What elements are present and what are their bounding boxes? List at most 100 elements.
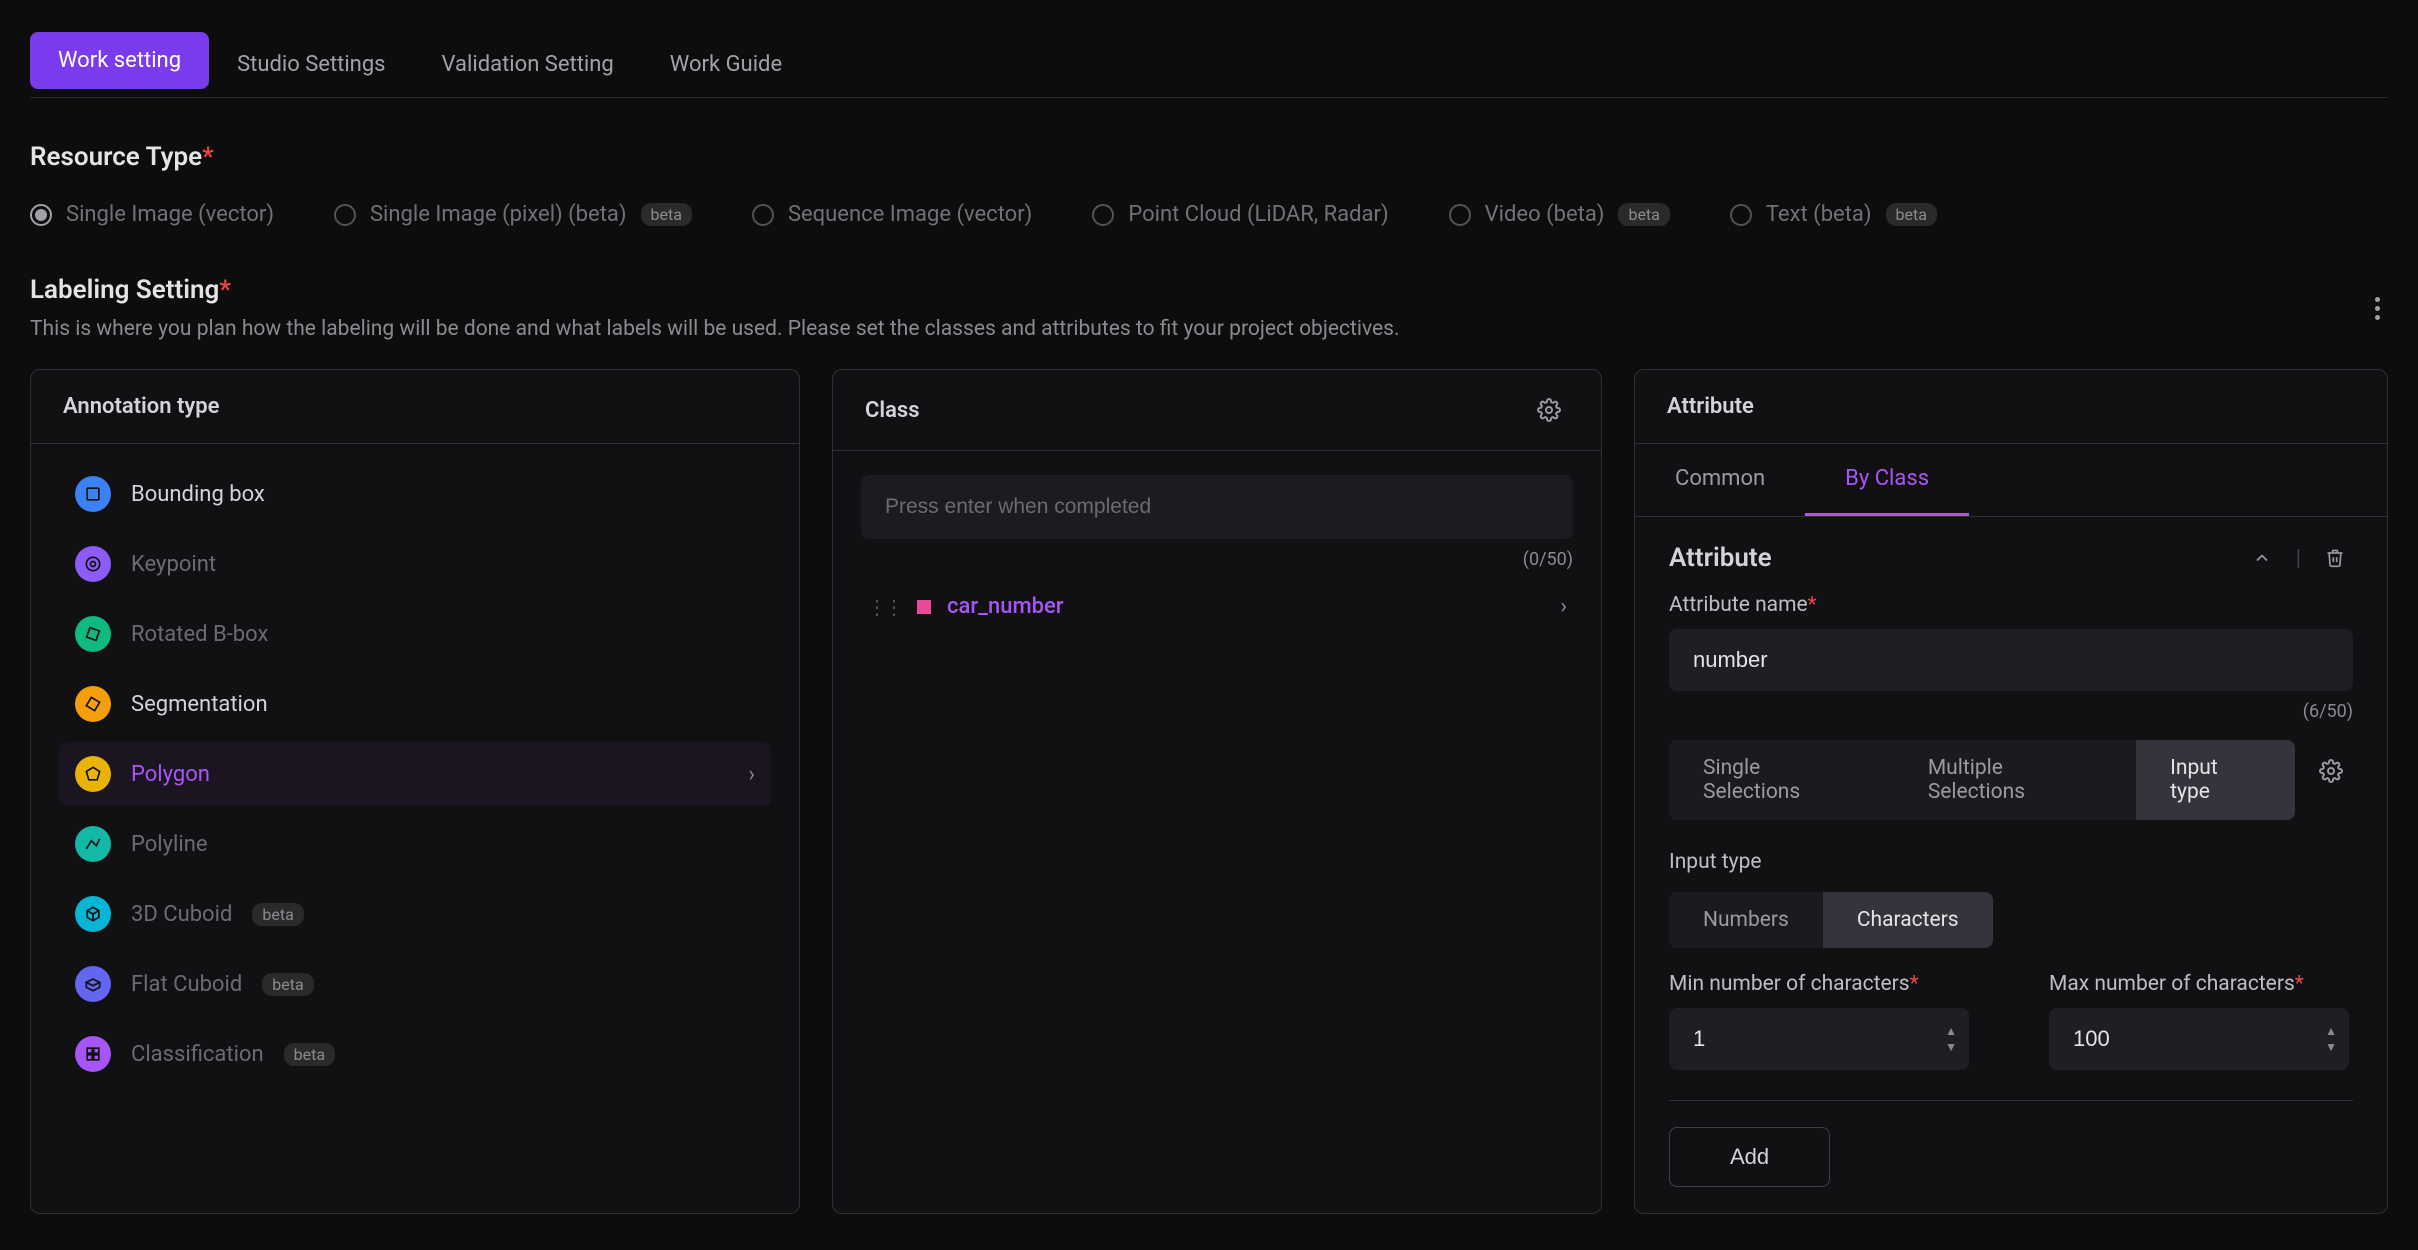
radio-point-cloud[interactable]: Point Cloud (LiDAR, Radar) [1092, 202, 1388, 227]
input-type-numbers[interactable]: Numbers [1669, 892, 1823, 948]
annotation-item-label: 3D Cuboid [131, 902, 232, 927]
labeling-setting-title-text: Labeling Setting [30, 275, 219, 305]
classification-icon [75, 1036, 111, 1072]
annotation-item-cuboid-3d[interactable]: 3D Cuboid beta [59, 882, 771, 946]
resource-type-title: Resource Type* [30, 142, 2388, 172]
radio-label: Point Cloud (LiDAR, Radar) [1128, 202, 1388, 227]
delete-attribute-button[interactable] [2317, 544, 2353, 572]
add-attribute-button[interactable]: Add [1669, 1127, 1830, 1187]
rotated-bbox-icon [75, 616, 111, 652]
chevron-down-icon: ▼ [2325, 1040, 2337, 1054]
annotation-item-rotated-bbox[interactable]: Rotated B-box [59, 602, 771, 666]
selection-type-input[interactable]: Input type [2136, 740, 2295, 820]
resource-type-radios: Single Image (vector) Single Image (pixe… [30, 202, 2388, 227]
bounding-box-icon [75, 476, 111, 512]
gear-icon [2319, 759, 2343, 783]
radio-single-image-vector[interactable]: Single Image (vector) [30, 202, 274, 227]
divider [1669, 1100, 2353, 1101]
annotation-item-label: Flat Cuboid [131, 972, 242, 997]
tab-validation-setting[interactable]: Validation Setting [414, 36, 642, 97]
attribute-panel-header: Attribute [1667, 394, 1754, 419]
annotation-item-bounding-box[interactable]: Bounding box [59, 462, 771, 526]
beta-badge: beta [1886, 203, 1937, 226]
max-chars-label: Max number of characters* [2049, 972, 2349, 996]
polyline-icon [75, 826, 111, 862]
collapse-attribute-button[interactable] [2244, 544, 2280, 572]
annotation-item-flat-cuboid[interactable]: Flat Cuboid beta [59, 952, 771, 1016]
chevron-up-icon: ▲ [1945, 1024, 1957, 1038]
attribute-tab-by-class[interactable]: By Class [1805, 444, 1969, 516]
radio-dot-icon [1092, 204, 1114, 226]
required-asterisk: * [1808, 593, 1817, 617]
main-tabs: Work setting Studio Settings Validation … [30, 36, 2388, 98]
annotation-item-segmentation[interactable]: Segmentation [59, 672, 771, 736]
annotation-item-label: Keypoint [131, 552, 216, 577]
class-panel: Class (0/50) ⋮⋮ car_number › [832, 369, 1602, 1214]
selection-type-settings-button[interactable] [2309, 759, 2353, 783]
attribute-name-counter: (6/50) [1669, 701, 2353, 722]
beta-badge: beta [1618, 203, 1669, 226]
beta-badge: beta [284, 1043, 335, 1066]
radio-video-beta[interactable]: Video (beta) beta [1449, 202, 1670, 227]
radio-text-beta[interactable]: Text (beta) beta [1730, 202, 1937, 227]
radio-dot-icon [30, 204, 52, 226]
annotation-item-polygon[interactable]: Polygon › [59, 742, 771, 806]
radio-dot-icon [752, 204, 774, 226]
beta-badge: beta [641, 203, 692, 226]
labeling-setting-title: Labeling Setting* [30, 275, 1400, 305]
cuboid-3d-icon [75, 896, 111, 932]
radio-dot-icon [334, 204, 356, 226]
attribute-name-label: Attribute name* [1669, 593, 2353, 617]
radio-dot-icon [1730, 204, 1752, 226]
selection-type-single[interactable]: Single Selections [1669, 740, 1894, 820]
class-name-input[interactable] [861, 475, 1573, 539]
required-asterisk: * [202, 142, 214, 172]
required-asterisk: * [219, 275, 231, 305]
tab-work-setting[interactable]: Work setting [30, 32, 209, 89]
resource-type-title-text: Resource Type [30, 142, 202, 172]
annotation-item-classification[interactable]: Classification beta [59, 1022, 771, 1086]
class-color-swatch [917, 600, 931, 614]
radio-sequence-image-vector[interactable]: Sequence Image (vector) [752, 202, 1032, 227]
chevron-up-icon: ▲ [2325, 1024, 2337, 1038]
selection-type-group: Single Selections Multiple Selections In… [1669, 740, 2295, 820]
selection-type-multiple[interactable]: Multiple Selections [1894, 740, 2136, 820]
annotation-item-label: Bounding box [131, 482, 265, 507]
flat-cuboid-icon [75, 966, 111, 1002]
tab-work-guide[interactable]: Work Guide [642, 36, 810, 97]
more-menu-button[interactable] [2367, 289, 2388, 328]
input-type-characters[interactable]: Characters [1823, 892, 1993, 948]
chevron-right-icon: › [1560, 594, 1567, 619]
trash-icon [2325, 548, 2345, 568]
chevron-right-icon: › [748, 762, 755, 787]
attribute-tab-common[interactable]: Common [1635, 444, 1805, 516]
class-input-counter: (0/50) [861, 549, 1573, 570]
annotation-item-label: Polygon [131, 762, 210, 787]
class-item-car-number[interactable]: ⋮⋮ car_number › [861, 580, 1573, 633]
radio-label: Sequence Image (vector) [788, 202, 1032, 227]
beta-badge: beta [252, 903, 303, 926]
drag-handle-icon[interactable]: ⋮⋮ [867, 595, 901, 619]
tab-studio-settings[interactable]: Studio Settings [209, 36, 413, 97]
class-settings-button[interactable] [1529, 394, 1569, 426]
annotation-item-polyline[interactable]: Polyline [59, 812, 771, 876]
max-stepper[interactable]: ▲ ▼ [2325, 1008, 2337, 1070]
attribute-name-input[interactable] [1669, 629, 2353, 691]
annotation-item-keypoint[interactable]: Keypoint [59, 532, 771, 596]
required-asterisk: * [1910, 972, 1919, 996]
attribute-name-label-text: Attribute name [1669, 593, 1808, 617]
annotation-item-label: Classification [131, 1042, 264, 1067]
labeling-setting-description: This is where you plan how the labeling … [30, 317, 1400, 341]
attribute-panel: Attribute Common By Class Attribute | [1634, 369, 2388, 1214]
attribute-section-title: Attribute [1669, 543, 2228, 573]
annotation-item-label: Segmentation [131, 692, 268, 717]
annotation-item-label: Polyline [131, 832, 208, 857]
min-chars-input[interactable] [1669, 1008, 1969, 1070]
min-stepper[interactable]: ▲ ▼ [1945, 1008, 1957, 1070]
max-chars-input[interactable] [2049, 1008, 2349, 1070]
input-type-group: Numbers Characters [1669, 892, 1993, 948]
chevron-up-icon [2252, 548, 2272, 568]
beta-badge: beta [262, 973, 313, 996]
radio-label: Text (beta) [1766, 202, 1872, 227]
radio-single-image-pixel[interactable]: Single Image (pixel) (beta) beta [334, 202, 692, 227]
